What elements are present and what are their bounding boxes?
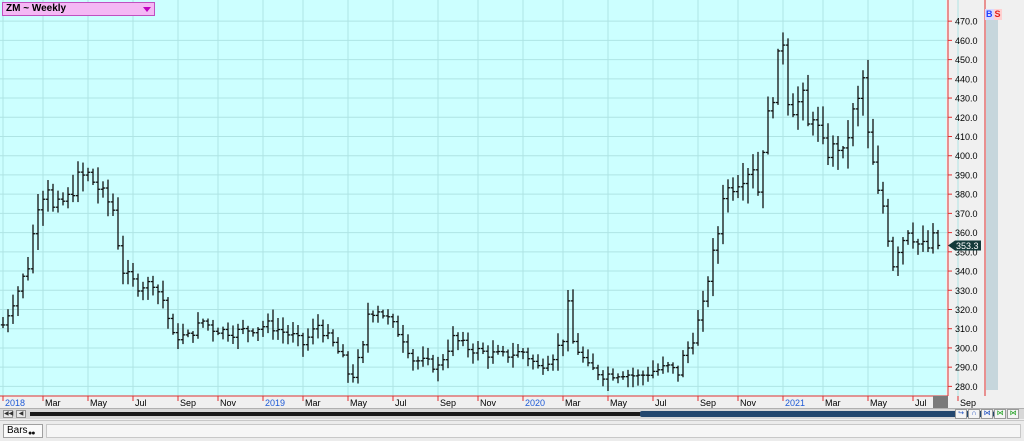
- time-tick-label: Nov: [220, 398, 237, 408]
- last-price-label: 353.3: [956, 241, 979, 251]
- time-tick-label: Mar: [305, 398, 321, 408]
- price-chart[interactable]: 280.0290.0300.0310.0320.0330.0340.0350.0…: [0, 0, 1024, 408]
- time-tick-label: May: [350, 398, 368, 408]
- time-tick-label: Mar: [565, 398, 581, 408]
- time-tick-label: May: [90, 398, 108, 408]
- time-tick-label: May: [610, 398, 628, 408]
- bars-tab-label: Bars: [7, 425, 28, 436]
- chart-window: 280.0 290.0 300.0 310.0 320.0 330.0 340.0 350.0…: [0, 0, 1024, 441]
- status-bar: Bars ●●: [0, 420, 1024, 441]
- fit-icon[interactable]: ⋈: [1007, 409, 1019, 419]
- snap-icon[interactable]: ∩: [968, 409, 980, 419]
- symbol-label: ZM ~ Weekly: [6, 3, 67, 14]
- zoom-in-icon[interactable]: ↪: [955, 409, 967, 419]
- buy-sell-badges[interactable]: B S: [985, 9, 1002, 20]
- time-tick-label: Jul: [395, 398, 407, 408]
- time-tick-label: Mar: [825, 398, 841, 408]
- price-scroll-strip[interactable]: [986, 20, 998, 390]
- scroll-first-icon[interactable]: ◀◀: [3, 410, 13, 418]
- price-tick-label: 380.0: [955, 190, 978, 200]
- time-tick-label: Jul: [655, 398, 667, 408]
- price-tick-label: 360.0: [955, 228, 978, 238]
- time-tick-label: Nov: [480, 398, 497, 408]
- bars-tab[interactable]: Bars ●●: [3, 424, 43, 438]
- price-tick-label: 460.0: [955, 36, 978, 46]
- price-tick-label: 410.0: [955, 132, 978, 142]
- price-tick-label: 470.0: [955, 17, 978, 27]
- price-tick-label: 440.0: [955, 74, 978, 84]
- expand-icon[interactable]: ⋈: [994, 409, 1006, 419]
- price-tick-label: 300.0: [955, 343, 978, 353]
- time-axis-end-marker: [933, 396, 948, 408]
- chart-area[interactable]: 280.0 290.0 300.0 310.0 320.0 330.0 340.0 350.0…: [0, 0, 1024, 408]
- price-tick-label: 430.0: [955, 94, 978, 104]
- time-tick-label: 2018: [5, 398, 25, 408]
- price-tick-label: 420.0: [955, 113, 978, 123]
- price-tick-label: 310.0: [955, 324, 978, 334]
- scroll-left-icon[interactable]: ◀: [16, 410, 26, 418]
- price-tick-label: 450.0: [955, 55, 978, 65]
- time-tick-label: Sep: [960, 398, 976, 408]
- time-tick-label: Sep: [180, 398, 196, 408]
- price-tick-label: 340.0: [955, 267, 978, 277]
- symbol-selector[interactable]: ZM ~ Weekly: [2, 2, 155, 16]
- price-tick-label: 400.0: [955, 151, 978, 161]
- time-tick-label: May: [870, 398, 888, 408]
- time-tick-label: Sep: [700, 398, 716, 408]
- bars-tab-icon: ●●: [28, 430, 36, 437]
- sell-badge[interactable]: S: [993, 9, 1002, 20]
- triangle-down-icon[interactable]: [143, 7, 151, 12]
- price-tick-label: 330.0: [955, 286, 978, 296]
- price-tick-label: 290.0: [955, 363, 978, 373]
- price-tick-label: 370.0: [955, 209, 978, 219]
- time-tick-label: Jul: [915, 398, 927, 408]
- time-tick-label: 2020: [525, 398, 545, 408]
- time-tick-label: 2021: [785, 398, 805, 408]
- compress-icon[interactable]: ⋈: [981, 409, 993, 419]
- time-tick-label: Jul: [135, 398, 147, 408]
- price-tick-label: 390.0: [955, 170, 978, 180]
- price-tick-label: 280.0: [955, 382, 978, 392]
- price-tick-label: 320.0: [955, 305, 978, 315]
- time-scrollbar-row[interactable]: ◀◀ ◀ ↪ ∩ ⋈ ⋈ ⋈: [0, 408, 1024, 419]
- time-tick-label: Mar: [45, 398, 61, 408]
- time-tick-label: Nov: [740, 398, 757, 408]
- time-scroll-thumb[interactable]: [640, 411, 994, 417]
- time-tick-label: Sep: [440, 398, 456, 408]
- status-field: [46, 424, 1021, 438]
- buy-badge[interactable]: B: [985, 9, 994, 20]
- time-tick-label: 2019: [265, 398, 285, 408]
